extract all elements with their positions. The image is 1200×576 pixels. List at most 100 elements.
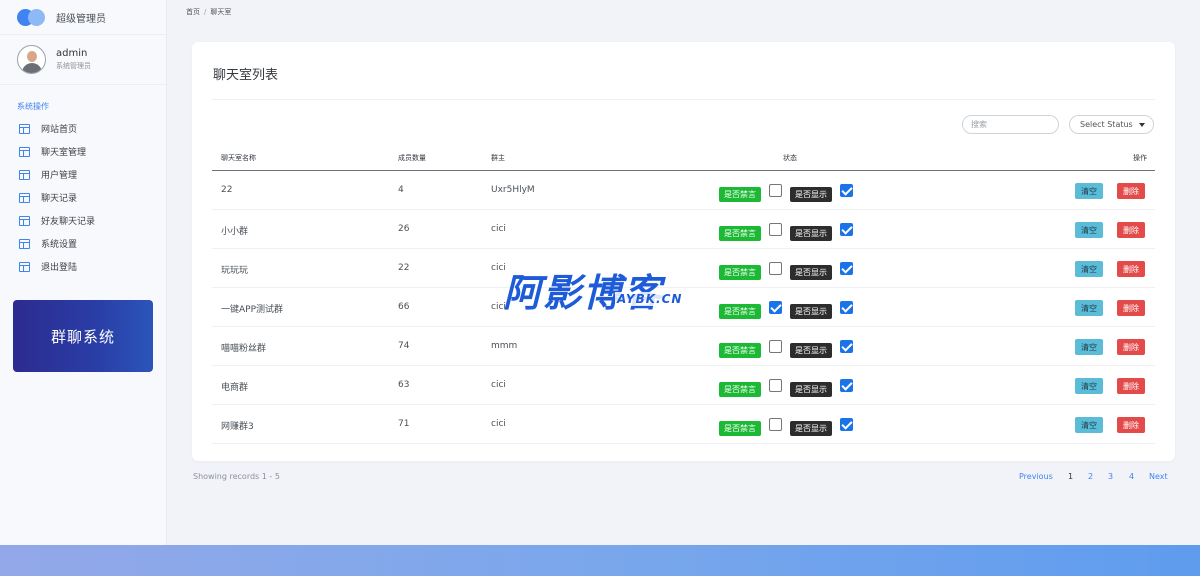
- mute-badge[interactable]: 是否禁言: [719, 304, 761, 319]
- cell-name: 小小群: [221, 227, 249, 237]
- clear-button[interactable]: 清空: [1075, 378, 1103, 394]
- header-name: 聊天室名称: [221, 154, 256, 162]
- pager-previous[interactable]: Previous: [1019, 472, 1053, 481]
- table-row: 22 4 Uxr5HlyM 是否禁言 是否显示 清空 删除: [212, 171, 1155, 210]
- clear-button[interactable]: 清空: [1075, 261, 1103, 277]
- show-checkbox[interactable]: [840, 340, 853, 353]
- table-row: 小小群 26 cici 是否禁言 是否显示 清空 删除: [212, 210, 1155, 249]
- pager-page-1[interactable]: 1: [1068, 472, 1073, 481]
- chatroom-list-card: 聊天室列表 Select Status 聊天室名称 成员数量 群主 状态 操作 …: [192, 42, 1175, 461]
- sidebar-item-label: 网站首页: [41, 125, 78, 135]
- page-title: 聊天室列表: [213, 68, 279, 83]
- title-divider: [212, 99, 1155, 100]
- mute-badge[interactable]: 是否禁言: [719, 187, 761, 202]
- delete-button[interactable]: 删除: [1117, 261, 1145, 277]
- cell-name: 玩玩玩: [221, 266, 249, 276]
- delete-button[interactable]: 删除: [1117, 339, 1145, 355]
- mute-badge[interactable]: 是否禁言: [719, 382, 761, 397]
- clear-button[interactable]: 清空: [1075, 339, 1103, 355]
- cell-members: 63: [398, 380, 410, 390]
- brand-title: 超级管理员: [56, 13, 106, 25]
- pager-next[interactable]: Next: [1149, 472, 1168, 481]
- mute-badge[interactable]: 是否禁言: [719, 265, 761, 280]
- user-panel: admin 系统管理员: [0, 35, 166, 85]
- mute-checkbox[interactable]: [769, 418, 782, 431]
- sidebar-item-0[interactable]: 网站首页: [0, 117, 166, 140]
- show-badge[interactable]: 是否显示: [790, 304, 832, 319]
- sidebar-item-label: 退出登陆: [41, 263, 78, 273]
- show-checkbox[interactable]: [840, 379, 853, 392]
- cell-members: 71: [398, 419, 410, 429]
- breadcrumb-home[interactable]: 首页: [186, 8, 200, 16]
- layout-icon: [19, 238, 30, 249]
- show-badge[interactable]: 是否显示: [790, 382, 832, 397]
- mute-checkbox[interactable]: [769, 301, 782, 314]
- user-name: admin: [56, 48, 88, 59]
- sidebar-item-3[interactable]: 聊天记录: [0, 186, 166, 209]
- layout-icon: [19, 192, 30, 203]
- show-checkbox[interactable]: [840, 301, 853, 314]
- mute-checkbox[interactable]: [769, 379, 782, 392]
- show-checkbox[interactable]: [840, 418, 853, 431]
- mute-checkbox[interactable]: [769, 340, 782, 353]
- sidebar-item-5[interactable]: 系统设置: [0, 232, 166, 255]
- status-select[interactable]: Select Status: [1069, 115, 1154, 134]
- watermark-en: AYBK.CN: [615, 292, 685, 306]
- cell-owner: cici: [491, 224, 506, 234]
- pager-page-2[interactable]: 2: [1088, 472, 1093, 481]
- mute-badge[interactable]: 是否禁言: [719, 421, 761, 436]
- status-select-value: Select Status: [1080, 120, 1133, 129]
- mute-checkbox[interactable]: [769, 223, 782, 236]
- mute-badge[interactable]: 是否禁言: [719, 226, 761, 241]
- delete-button[interactable]: 删除: [1117, 300, 1145, 316]
- show-badge[interactable]: 是否显示: [790, 226, 832, 241]
- mute-badge[interactable]: 是否禁言: [719, 343, 761, 358]
- pager-page-4[interactable]: 4: [1129, 472, 1134, 481]
- cell-name: 喵喵粉丝群: [221, 344, 267, 354]
- cell-owner: cici: [491, 380, 506, 390]
- watermark-cn: 阿影博客: [503, 271, 664, 315]
- show-checkbox[interactable]: [840, 262, 853, 275]
- mute-checkbox[interactable]: [769, 184, 782, 197]
- search-input[interactable]: [962, 115, 1059, 134]
- avatar[interactable]: [17, 45, 46, 74]
- cell-owner: Uxr5HlyM: [491, 185, 535, 195]
- show-badge[interactable]: 是否显示: [790, 265, 832, 280]
- show-badge[interactable]: 是否显示: [790, 343, 832, 358]
- clear-button[interactable]: 清空: [1075, 183, 1103, 199]
- cell-owner: cici: [491, 419, 506, 429]
- delete-button[interactable]: 删除: [1117, 183, 1145, 199]
- sidebar-item-2[interactable]: 用户管理: [0, 163, 166, 186]
- cell-members: 66: [398, 302, 410, 312]
- cell-name: 一键APP测试群: [221, 305, 284, 315]
- cell-name: 电商群: [221, 383, 249, 393]
- cell-name: 22: [221, 185, 233, 195]
- header-owner: 群主: [491, 154, 505, 162]
- layout-icon: [19, 261, 30, 272]
- sidebar-item-1[interactable]: 聊天室管理: [0, 140, 166, 163]
- promo-banner[interactable]: 群聊系统: [13, 300, 153, 372]
- logo-icon[interactable]: [17, 8, 47, 26]
- clear-button[interactable]: 清空: [1075, 300, 1103, 316]
- caret-down-icon: [1139, 123, 1145, 127]
- cell-name: 网赚群3: [221, 422, 254, 432]
- nav-list: 网站首页聊天室管理 用户管理 聊天记录 好友聊天记录 系统设置退出登陆: [0, 117, 166, 278]
- breadcrumb-separator: /: [204, 8, 207, 16]
- show-checkbox[interactable]: [840, 184, 853, 197]
- layout-icon: [19, 215, 30, 226]
- layout-icon: [19, 146, 30, 157]
- pager-page-3[interactable]: 3: [1108, 472, 1113, 481]
- clear-button[interactable]: 清空: [1075, 417, 1103, 433]
- sidebar-item-6[interactable]: 退出登陆: [0, 255, 166, 278]
- delete-button[interactable]: 删除: [1117, 378, 1145, 394]
- mute-checkbox[interactable]: [769, 262, 782, 275]
- sidebar-item-4[interactable]: 好友聊天记录: [0, 209, 166, 232]
- show-badge[interactable]: 是否显示: [790, 421, 832, 436]
- clear-button[interactable]: 清空: [1075, 222, 1103, 238]
- delete-button[interactable]: 删除: [1117, 222, 1145, 238]
- layout-icon: [19, 123, 30, 134]
- show-badge[interactable]: 是否显示: [790, 187, 832, 202]
- table-row: 电商群 63 cici 是否禁言 是否显示 清空 删除: [212, 366, 1155, 405]
- show-checkbox[interactable]: [840, 223, 853, 236]
- delete-button[interactable]: 删除: [1117, 417, 1145, 433]
